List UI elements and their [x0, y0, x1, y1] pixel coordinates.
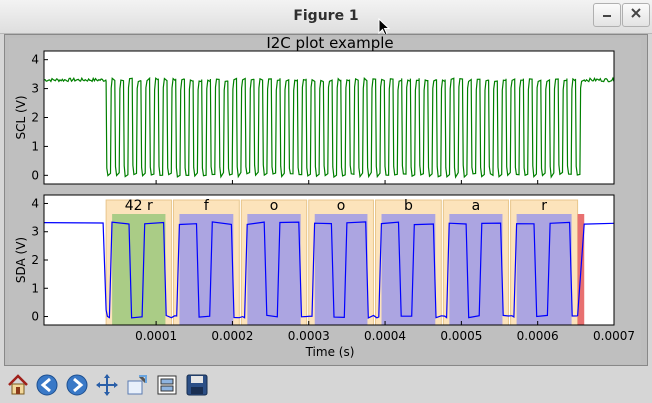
back-arrow-icon [36, 374, 58, 396]
byte-data-region [449, 214, 503, 325]
zoom-button[interactable] [123, 371, 151, 399]
chart-title: I2C plot example [266, 34, 393, 52]
byte-annotation-label: b [404, 198, 413, 214]
sda-ytick-label: 0 [31, 310, 39, 324]
sda-ylabel: SDA (V) [14, 237, 28, 283]
byte-data-region [516, 214, 572, 325]
sda-ytick-label: 2 [31, 253, 39, 267]
home-icon [8, 374, 28, 395]
sda-xtick-label: 0.0007 [593, 329, 635, 343]
scl-axes: 0 1 2 3 4 SCL (V) [14, 50, 615, 185]
scl-ytick-label: 4 [31, 53, 39, 67]
pan-button[interactable] [93, 371, 121, 399]
home-button[interactable] [4, 371, 32, 399]
byte-data-region [112, 214, 166, 325]
zoom-rect-icon [127, 374, 148, 395]
sda-xtick-label: 0.0003 [288, 329, 330, 343]
scl-ylabel: SCL (V) [14, 95, 28, 139]
byte-data-region [247, 214, 301, 325]
sda-ytick-label: 4 [31, 196, 39, 210]
scl-ytick-label: 3 [31, 82, 39, 96]
configure-subplots-button[interactable] [153, 371, 181, 399]
navigation-toolbar [0, 368, 652, 403]
sda-xtick-label: 0.0006 [517, 329, 559, 343]
byte-data-region [381, 214, 436, 325]
forward-button[interactable] [63, 371, 91, 399]
byte-data-region [179, 214, 234, 325]
byte-annotation-label: r [541, 198, 547, 214]
configure-subplots-icon [157, 375, 177, 395]
sda-xtick-label: 0.0002 [211, 329, 253, 343]
sda-ytick-label: 1 [31, 281, 39, 295]
save-floppy-icon [186, 374, 208, 396]
scl-ytick-label: 1 [31, 139, 39, 153]
sda-xlabel: Time (s) [305, 345, 355, 359]
byte-annotation-label: o [270, 198, 279, 214]
byte-annotation-label: 42 r [125, 198, 153, 214]
byte-annotation-label: o [337, 198, 346, 214]
pan-arrows-icon [96, 374, 118, 396]
sda-xtick-label: 0.0005 [440, 329, 482, 343]
byte-annotation-label: a [472, 198, 481, 214]
sda-xtick-label: 0.0004 [364, 329, 406, 343]
figure-canvas[interactable]: I2C plot example 01234SCL (V) 42 rfoobar… [0, 0, 652, 403]
sda-ytick-label: 3 [31, 225, 39, 239]
back-button[interactable] [33, 371, 61, 399]
forward-arrow-icon [66, 374, 88, 396]
sda-xtick-label: 0.0001 [135, 329, 177, 343]
scl-ytick-label: 2 [31, 111, 39, 125]
save-button[interactable] [183, 371, 211, 399]
byte-data-region [314, 214, 368, 325]
scl-ytick-label: 0 [31, 168, 39, 182]
